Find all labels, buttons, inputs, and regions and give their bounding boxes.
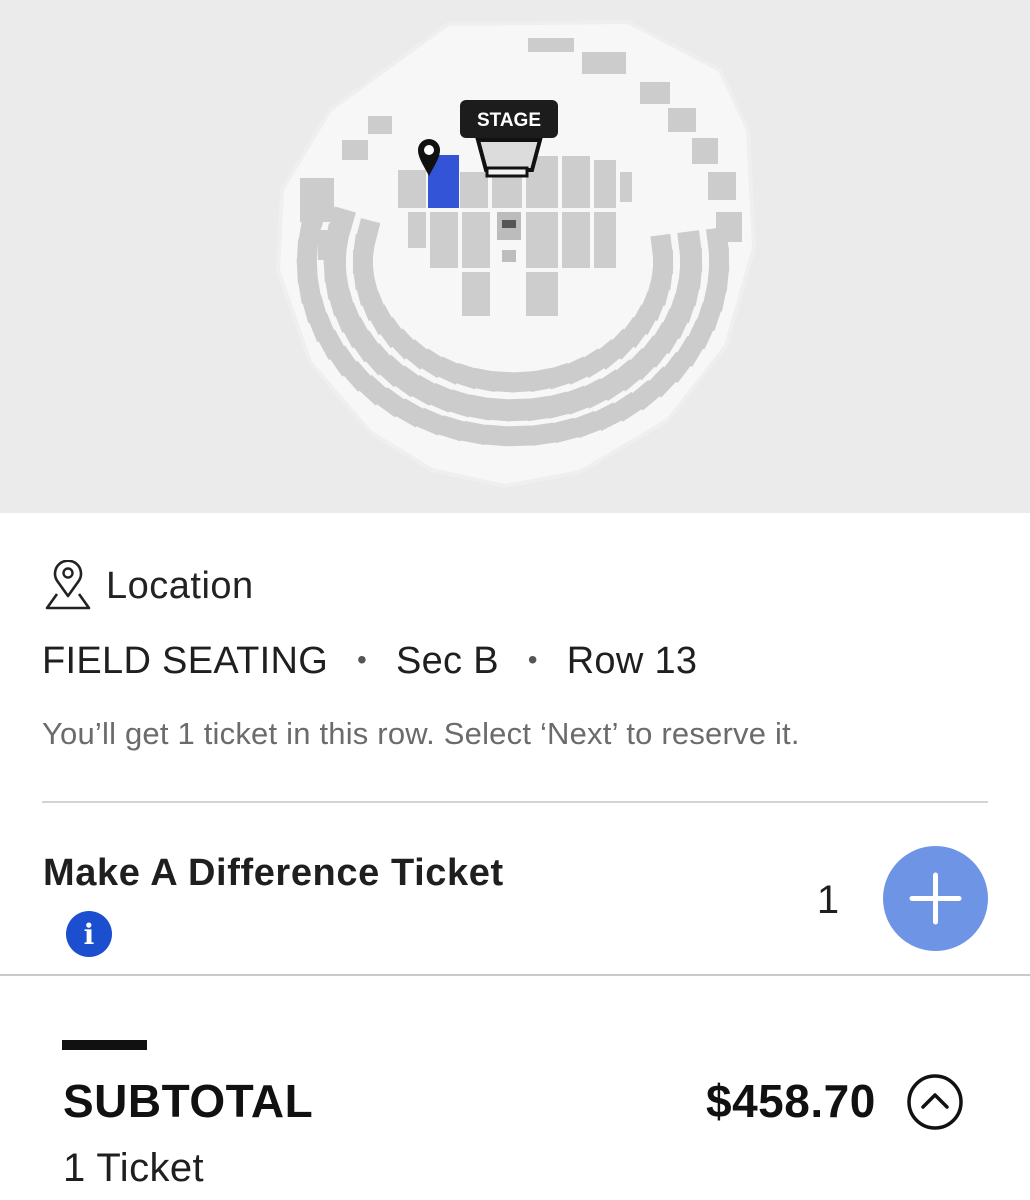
ticket-quantity: 1 xyxy=(816,878,840,922)
ticket-count: 1 Ticket xyxy=(63,1146,205,1190)
stage-platform xyxy=(475,138,543,172)
seating-section xyxy=(582,52,626,74)
subtotal-amount: $458.70 xyxy=(706,1075,876,1127)
location-pin-icon xyxy=(45,560,91,610)
seating-section xyxy=(668,108,696,132)
seating-section xyxy=(640,82,670,104)
location-header: Location xyxy=(44,560,254,612)
chevron-up-icon xyxy=(907,1074,963,1130)
section-label: Sec B xyxy=(395,640,499,682)
row-label: Row 13 xyxy=(566,640,698,682)
seating-section xyxy=(692,138,718,164)
seating-section xyxy=(507,425,533,447)
seating-section xyxy=(484,424,510,447)
divider xyxy=(0,974,1030,976)
seating-section xyxy=(318,230,342,260)
seating-section xyxy=(368,116,392,134)
venue-map-graphic: STAGE xyxy=(275,19,757,489)
drawer-handle[interactable] xyxy=(62,1040,147,1050)
seating-section xyxy=(708,172,736,200)
seating-area: FIELD SEATING xyxy=(42,640,329,682)
seat-map[interactable]: STAGE xyxy=(0,0,1030,513)
seating-section xyxy=(300,178,334,222)
stage-label: STAGE xyxy=(477,110,541,131)
separator-dot: • xyxy=(527,643,538,675)
reservation-note: You’ll get 1 ticket in this row. Select … xyxy=(42,716,800,751)
seating-section xyxy=(529,422,556,446)
seating-section xyxy=(716,212,742,242)
seat-details: FIELD SEATING • Sec B • Row 13 xyxy=(42,640,697,683)
info-glyph: i xyxy=(83,917,95,951)
expand-summary-button[interactable] xyxy=(906,1073,964,1131)
plus-icon xyxy=(909,872,962,925)
ticket-type-name: Make A Difference Ticket xyxy=(43,852,504,894)
separator-dot: • xyxy=(357,643,368,675)
subtotal-label: SUBTOTAL xyxy=(63,1075,314,1127)
location-title: Location xyxy=(106,564,254,607)
info-icon[interactable]: i xyxy=(66,911,112,957)
divider xyxy=(42,801,988,803)
seating-section xyxy=(528,38,574,52)
seating-section xyxy=(342,140,368,160)
stage-ramp xyxy=(485,166,529,178)
add-ticket-button[interactable] xyxy=(883,846,988,951)
